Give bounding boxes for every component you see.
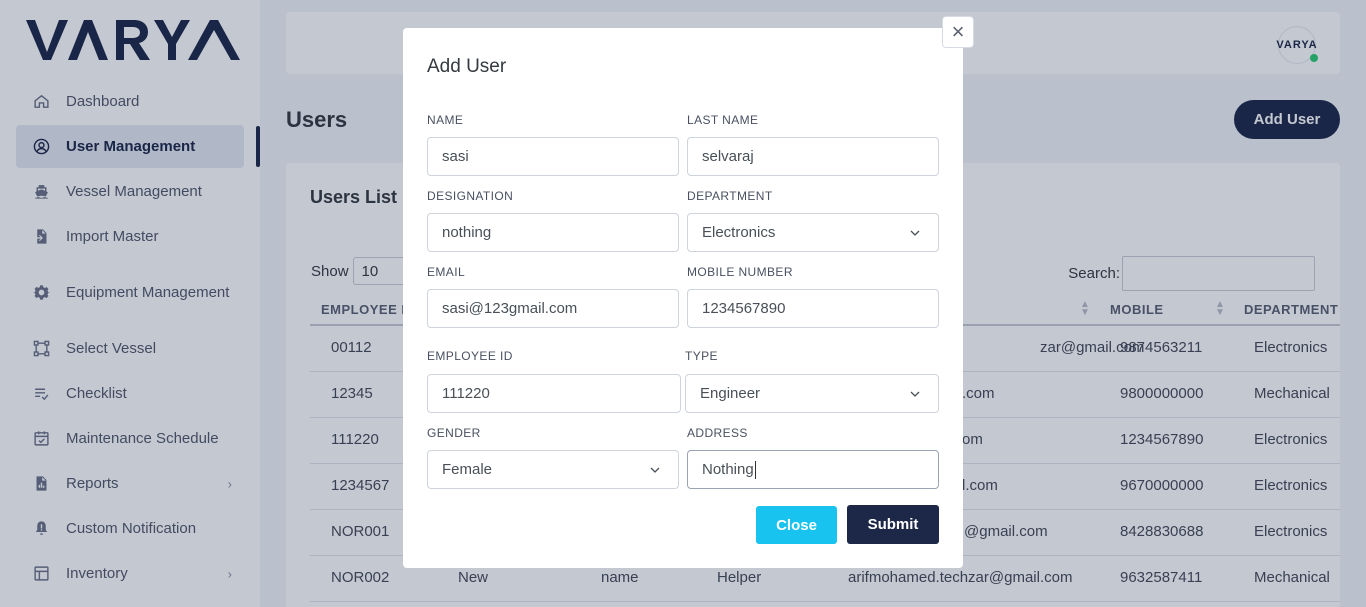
type-value: Engineer <box>700 385 761 402</box>
gender-select[interactable]: Female <box>427 450 679 489</box>
department-select[interactable]: Electronics <box>687 213 939 252</box>
name-field[interactable]: sasi <box>427 137 679 176</box>
name-label: NAME <box>427 113 464 127</box>
chevron-down-icon <box>650 467 660 473</box>
address-label: ADDRESS <box>687 426 748 440</box>
designation-field[interactable]: nothing <box>427 213 679 252</box>
email-value: sasi@123gmail.com <box>442 300 578 317</box>
add-user-modal: Add User NAME sasi LAST NAME selvaraj DE… <box>403 28 963 568</box>
address-value: Nothing <box>702 461 754 478</box>
type-label: TYPE <box>685 349 718 363</box>
mobile-value: 1234567890 <box>702 300 786 317</box>
submit-button[interactable]: Submit <box>847 505 939 544</box>
type-select[interactable]: Engineer <box>685 374 939 413</box>
mobile-label: MOBILE NUMBER <box>687 265 793 279</box>
close-icon[interactable]: × <box>942 16 974 48</box>
gender-value: Female <box>442 461 493 478</box>
modal-title: Add User <box>427 56 507 77</box>
last-name-label: LAST NAME <box>687 113 759 127</box>
mobile-field[interactable]: 1234567890 <box>687 289 939 328</box>
chevron-down-icon <box>910 230 920 236</box>
address-field[interactable]: Nothing <box>687 450 939 489</box>
employee-id-label: EMPLOYEE ID <box>427 349 513 363</box>
close-button[interactable]: Close <box>756 506 837 544</box>
gender-label: GENDER <box>427 426 481 440</box>
chevron-down-icon <box>910 391 920 397</box>
text-cursor <box>754 460 756 479</box>
last-name-value: selvaraj <box>702 148 754 165</box>
department-label: DEPARTMENT <box>687 189 773 203</box>
employee-id-field[interactable]: 111220 <box>427 374 681 413</box>
email-label: EMAIL <box>427 265 466 279</box>
designation-label: DESIGNATION <box>427 189 514 203</box>
name-value: sasi <box>442 148 469 165</box>
last-name-field[interactable]: selvaraj <box>687 137 939 176</box>
designation-value: nothing <box>442 224 492 241</box>
department-value: Electronics <box>702 224 776 241</box>
employee-id-value: 111220 <box>442 385 490 402</box>
email-field[interactable]: sasi@123gmail.com <box>427 289 679 328</box>
